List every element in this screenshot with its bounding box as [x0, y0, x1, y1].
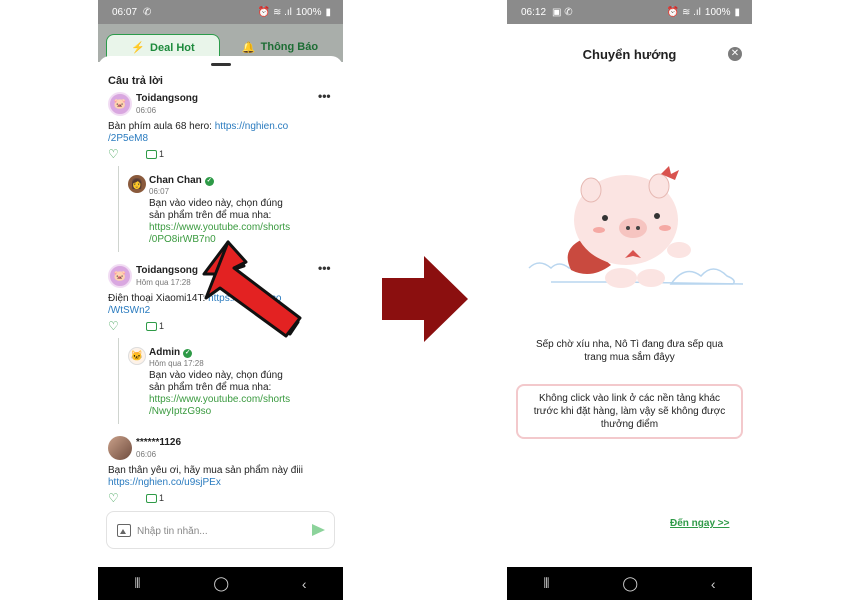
message-input[interactable] [137, 521, 297, 541]
reply-text: sản phẩm trên để mua nha: [149, 382, 272, 393]
waiting-message: Sếp chờ xíu nha, Nô Tì đang đưa sếp qua … [521, 338, 738, 364]
back-icon[interactable]: ‹ [711, 576, 716, 592]
reply-text: Bạn vào video này, chọn đúng [149, 198, 283, 209]
comment-link[interactable]: /WtSWn2 [108, 305, 150, 316]
avatar[interactable]: 🐷 [108, 264, 132, 288]
reply-count[interactable]: 1 [146, 149, 164, 159]
comment-username[interactable]: Toidangsong [136, 265, 198, 276]
reply-body: Bạn vào video này, chọn đúng sản phẩm tr… [149, 370, 334, 418]
home-icon[interactable]: ◯ [213, 575, 229, 592]
recent-apps-icon[interactable]: ⦀ [543, 575, 549, 592]
comment-time: Hôm qua 17:28 [136, 278, 191, 287]
highlight-arrow-icon [202, 240, 302, 338]
waiting-line: Sếp chờ xíu nha, Nô Tì đang đưa sếp qua [535, 339, 724, 350]
status-bar: 06:12 ▣ ✆ ⏰ ≋ .ıl 100% ▮ [507, 0, 752, 24]
more-options-icon[interactable]: ••• [318, 261, 331, 275]
reply-count[interactable]: 1 [146, 321, 164, 331]
avatar[interactable]: 🐱 [128, 347, 146, 365]
avatar[interactable] [108, 436, 132, 460]
warning-line: trước khi đặt hàng, làm vậy sẽ không đượ… [533, 406, 726, 417]
reply-link[interactable]: https://www.youtube.com/shorts [149, 394, 290, 405]
system-nav-bar: ⦀ ◯ ‹ [507, 567, 752, 600]
reply-time: Hôm qua 17:28 [149, 359, 204, 368]
back-icon[interactable]: ‹ [302, 576, 307, 592]
comment-username[interactable]: ******1126 [136, 437, 181, 448]
send-icon[interactable] [312, 524, 325, 536]
message-composer [106, 511, 335, 549]
close-icon[interactable]: ✕ [728, 47, 742, 61]
comment-username[interactable]: Toidangsong [136, 93, 198, 104]
verified-icon: ✓ [183, 349, 193, 358]
comment-icon [146, 493, 157, 503]
notification-icon: ✆ [143, 6, 152, 18]
warning-line: thưởng điểm [600, 419, 659, 430]
comment-body: Bàn phím aula 68 hero: https://nghien.co… [108, 121, 318, 145]
comment-icon [146, 321, 157, 331]
reply-thread-line [118, 166, 119, 252]
notification-icon: ▣ ✆ [552, 6, 573, 18]
heart-icon[interactable]: ♡ [108, 319, 119, 333]
comment-icon [146, 149, 157, 159]
redirect-screen: 06:12 ▣ ✆ ⏰ ≋ .ıl 100% ▮ Chuyển hướng ✕ Sếp… [507, 0, 752, 600]
reply-count-value: 1 [159, 493, 165, 503]
home-icon[interactable]: ◯ [622, 575, 638, 592]
go-now-link[interactable]: Đến ngay >> [670, 518, 729, 529]
reply-username[interactable]: Chan Chan ✓ [149, 175, 214, 186]
comment-link[interactable]: https://nghien.co [215, 121, 288, 132]
reply-username[interactable]: Admin ✓ [149, 347, 193, 358]
avatar[interactable]: 👩 [128, 175, 146, 193]
pig-mascot-illustration [528, 166, 743, 288]
heart-icon[interactable]: ♡ [108, 147, 119, 161]
comment-text: Bàn phím aula 68 hero: [108, 121, 215, 132]
comment-text: Điện thoại Xiaomi14T: [108, 293, 209, 304]
signal-icon: ⏰ ≋ .ıl [257, 6, 292, 18]
comment-time: 06:06 [136, 450, 157, 459]
status-bar: 06:07 ✆ ⏰ ≋ .ıl 100% ▮ [98, 0, 343, 24]
comment-text: Bạn thân yêu ơi, hãy mua sản phẩm này đi… [108, 465, 304, 476]
comment-link[interactable]: https://nghien.co/u9sjPEx [108, 477, 221, 488]
section-title: Câu trả lời [108, 75, 163, 87]
lightning-icon: ⚡ [131, 42, 146, 54]
image-attach-icon[interactable] [117, 524, 131, 537]
page-title: Chuyển hướng [582, 47, 677, 62]
waiting-line: trang mua sắm đâyy [584, 352, 675, 363]
more-options-icon[interactable]: ••• [318, 89, 331, 103]
battery-level: 100% [295, 6, 322, 18]
avatar[interactable]: 🐷 [108, 92, 132, 116]
battery-icon: ▮ [325, 6, 331, 18]
reply-username-text: Admin [149, 347, 181, 358]
transition-arrow-icon [382, 256, 468, 342]
drag-handle[interactable] [211, 63, 231, 66]
status-time: 06:07 [112, 6, 138, 18]
comment-link[interactable]: /2P5eM8 [108, 133, 148, 144]
comment-time: 06:06 [136, 106, 157, 115]
reply-link[interactable]: https://www.youtube.com/shorts [149, 222, 290, 233]
reply-username-text: Chan Chan [149, 175, 202, 186]
bell-icon: 🔔 [241, 41, 256, 54]
reply-text: Bạn vào video này, chọn đúng [149, 370, 283, 381]
reply-count-value: 1 [159, 149, 165, 159]
status-time: 06:12 [521, 6, 547, 18]
reply-count[interactable]: 1 [146, 493, 164, 503]
reply-text: sản phẩm trên để mua nha: [149, 210, 272, 221]
verified-icon: ✓ [204, 177, 214, 186]
battery-level: 100% [704, 6, 731, 18]
signal-icon: ⏰ ≋ .ıl [666, 6, 701, 18]
reply-time: 06:07 [149, 187, 170, 196]
reply-link[interactable]: /NwyIptzG9so [149, 406, 211, 417]
tab-label: Deal Hot [150, 41, 195, 54]
recent-apps-icon[interactable]: ⦀ [134, 575, 140, 592]
heart-icon[interactable]: ♡ [108, 491, 119, 505]
warning-notice: Không click vào link ở các nền tảng khác… [516, 384, 743, 439]
reply-thread-line [118, 338, 119, 424]
tab-label: Thông Báo [260, 41, 319, 53]
warning-line: Không click vào link ở các nền tảng khác [538, 393, 721, 404]
comment-body: Bạn thân yêu ơi, hãy mua sản phẩm này đi… [108, 465, 333, 489]
system-nav-bar: ⦀ ◯ ‹ [98, 567, 343, 600]
reply-count-value: 1 [159, 321, 165, 331]
battery-icon: ▮ [734, 6, 740, 18]
